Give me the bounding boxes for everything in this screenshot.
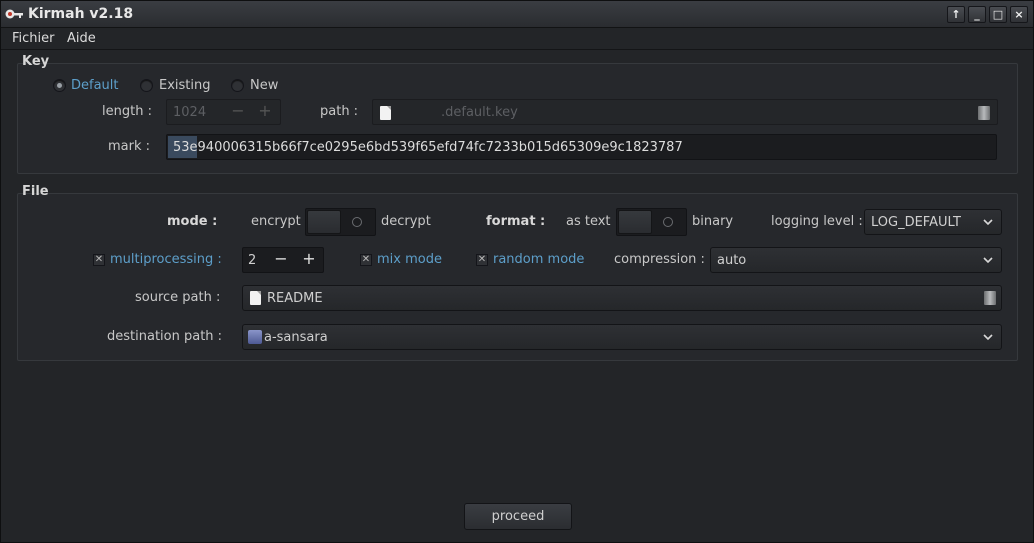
radio-new-label[interactable]: New [250,78,278,93]
mode-decrypt-label: decrypt [381,214,431,229]
logging-level-select[interactable]: LOG_DEFAULT [864,209,1002,235]
key-group-title: Key [22,54,50,69]
compression-select[interactable]: auto [710,247,1002,273]
mode-switch-knob [307,210,341,234]
length-value: 1024 [173,105,207,120]
format-label: format : [486,214,546,229]
radio-default-label[interactable]: Default [71,78,119,93]
file-icon [250,291,261,305]
destination-path-select[interactable]: a-sansara [242,324,1002,350]
compression-label: compression : [614,252,705,267]
key-path-chooser[interactable]: .default.key [372,99,998,125]
random-mode-label[interactable]: random mode [493,252,584,267]
menu-aide[interactable]: Aide [67,31,96,46]
proceed-button[interactable]: proceed [464,503,572,530]
radio-default[interactable] [53,79,66,92]
key-group: Key Default Existing New length : 1024 −… [17,54,1018,174]
key-path-value: .default.key [441,105,518,120]
radio-new[interactable] [231,79,244,92]
format-switch-knob [618,210,652,234]
window-title: Kirmah v2.18 [28,6,134,22]
destination-path-label: destination path : [107,329,223,344]
mark-value: 53e940006315b66f7ce0295e6bd539f65efd74fc… [173,140,683,155]
source-path-value: README [267,291,323,306]
logging-level-label: logging level : [771,214,863,229]
multiprocessing-checkbox[interactable]: ✕ [93,254,105,266]
multiprocessing-decrement-button[interactable]: − [270,248,292,272]
key-app-icon [5,9,23,19]
format-switch-circle-icon [663,217,673,227]
mix-mode-checkbox[interactable]: ✕ [360,254,372,266]
mode-label: mode : [167,214,218,229]
maximize-button[interactable]: □ [989,6,1007,23]
title-bar[interactable]: Kirmah v2.18 ↑ _ □ × [1,1,1033,28]
chevron-down-icon [983,334,993,341]
format-switch[interactable] [616,208,687,236]
file-group-title: File [22,184,49,199]
length-decrement-button[interactable]: − [227,100,249,124]
file-icon [380,106,391,120]
file-group: File mode : encrypt decrypt format : as … [17,184,1018,361]
logging-level-value: LOG_DEFAULT [871,215,961,230]
multiprocessing-increment-button[interactable]: + [298,248,320,272]
source-path-chooser[interactable]: README [242,285,1002,311]
menu-bar: Fichier Aide [1,28,1033,50]
close-button[interactable]: × [1010,6,1028,23]
radio-existing-label[interactable]: Existing [159,78,211,93]
path-label: path : [320,104,359,119]
mix-mode-label[interactable]: mix mode [377,252,442,267]
multiprocessing-value: 2 [248,253,257,268]
radio-existing[interactable] [140,79,153,92]
minimize-button[interactable]: _ [968,6,986,23]
mark-label: mark : [108,139,151,154]
mode-switch-circle-icon [352,217,362,227]
folder-icon [248,330,262,344]
length-increment-button[interactable]: + [254,100,276,124]
browse-icon[interactable] [984,291,996,305]
destination-path-value: a-sansara [264,330,328,345]
chevron-down-icon [983,257,993,264]
multiprocessing-label[interactable]: multiprocessing : [110,252,222,267]
format-binary-label: binary [692,214,734,229]
browse-icon[interactable] [978,106,990,120]
random-mode-checkbox[interactable]: ✕ [476,254,488,266]
compression-value: auto [717,253,747,268]
source-path-label: source path : [135,290,221,305]
mode-encrypt-label: encrypt [251,214,301,229]
length-spinner[interactable]: 1024 − + [166,99,281,125]
keep-above-button[interactable]: ↑ [947,6,965,23]
chevron-down-icon [983,219,993,226]
app-window: Kirmah v2.18 ↑ _ □ × Fichier Aide Key De… [0,0,1034,543]
multiprocessing-spinner[interactable]: 2 − + [242,247,324,273]
length-label: length : [102,104,152,119]
mode-switch[interactable] [305,208,376,236]
menu-fichier[interactable]: Fichier [12,31,55,46]
mark-input[interactable]: 53e940006315b66f7ce0295e6bd539f65efd74fc… [166,134,997,160]
format-text-label: as text [566,214,611,229]
